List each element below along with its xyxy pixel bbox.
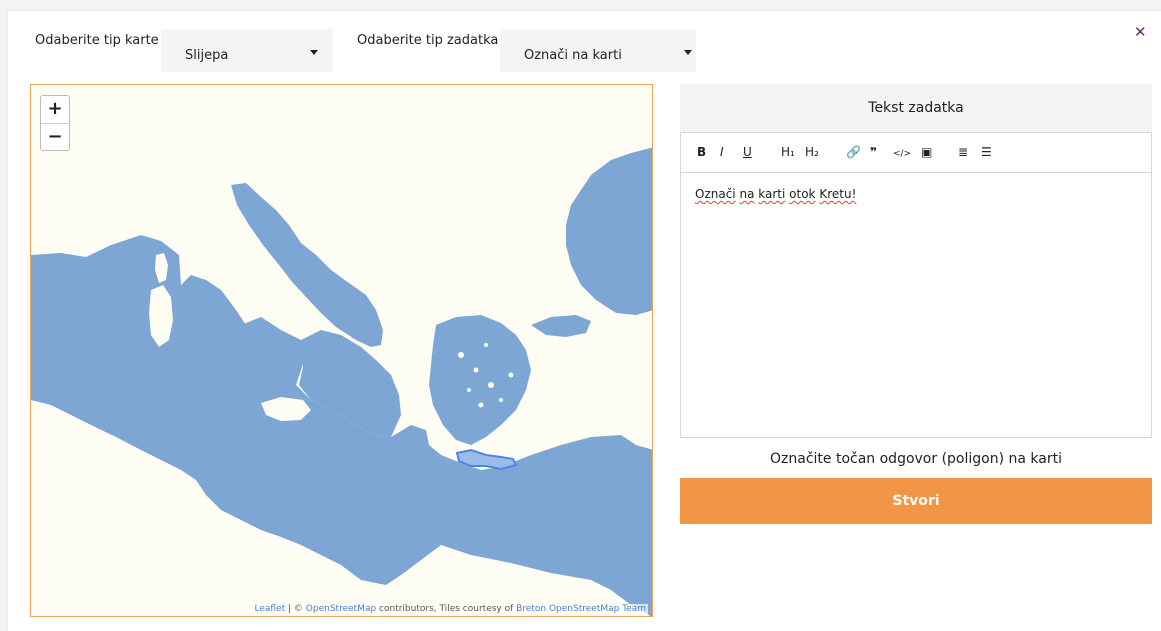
editor-title: Tekst zadatka	[680, 84, 1152, 132]
breton-link[interactable]: Breton OpenStreetMap Team	[516, 604, 646, 614]
content-word: Označi	[695, 187, 736, 201]
task-type-select[interactable]: Označi na karti	[500, 29, 696, 72]
hint-text: Označite točan odgovor (poligon) na kart…	[770, 451, 1062, 467]
water-aegean	[429, 315, 531, 445]
content-word: otok	[789, 187, 816, 201]
heading2-button[interactable]: H₂	[805, 145, 819, 159]
bullet-list-icon[interactable]: ☰	[981, 145, 992, 159]
map-type-label: Odaberite tip karte	[35, 33, 159, 48]
editor-content[interactable]: Označi na karti otok Kretu!	[695, 187, 856, 201]
map-canvas	[31, 147, 652, 616]
zoom-in-button[interactable]: +	[41, 96, 69, 124]
image-icon[interactable]: ▣	[921, 145, 932, 159]
map-type-value: Slijepa	[185, 48, 229, 63]
water-marmara	[531, 315, 591, 337]
task-type-value: Označi na karti	[524, 48, 622, 63]
map[interactable]: + − Leaflet | © OpenStreetMap contributo…	[30, 84, 653, 617]
editor-toolbar: B I U H₁ H₂ 🔗 ❞ </> ▣ ≣ ☰	[681, 133, 1151, 173]
osm-link[interactable]: OpenStreetMap	[306, 604, 376, 614]
code-icon[interactable]: </>	[893, 147, 911, 161]
content-word: na	[739, 187, 755, 201]
italic-button[interactable]: I	[720, 145, 724, 159]
quote-icon[interactable]: ❞	[870, 145, 877, 159]
map-attribution: Leaflet | © OpenStreetMap contributors, …	[252, 604, 648, 614]
leaflet-link[interactable]: Leaflet	[255, 604, 286, 614]
create-button[interactable]: Stvori	[680, 478, 1152, 524]
link-icon[interactable]: 🔗	[846, 145, 861, 159]
task-type-label: Odaberite tip zadatka	[357, 33, 499, 48]
heading1-button[interactable]: H₁	[781, 145, 795, 159]
zoom-out-button[interactable]: −	[41, 124, 69, 151]
zoom-control: + −	[40, 95, 70, 151]
close-icon[interactable]: ✕	[1134, 25, 1147, 40]
ordered-list-icon[interactable]: ≣	[958, 145, 968, 159]
attrib-sep: | ©	[285, 604, 306, 614]
underline-button[interactable]: U	[743, 145, 752, 159]
chevron-down-icon	[684, 50, 692, 55]
content-word: karti	[758, 187, 786, 201]
content-word: Kretu!	[819, 187, 857, 201]
attrib-mid: contributors, Tiles courtesy of	[376, 604, 517, 614]
bold-button[interactable]: B	[697, 145, 706, 159]
rich-text-editor[interactable]: B I U H₁ H₂ 🔗 ❞ </> ▣ ≣ ☰ Označi na kart…	[680, 132, 1152, 438]
map-type-select[interactable]: Slijepa	[161, 29, 333, 72]
chevron-down-icon	[310, 50, 318, 55]
